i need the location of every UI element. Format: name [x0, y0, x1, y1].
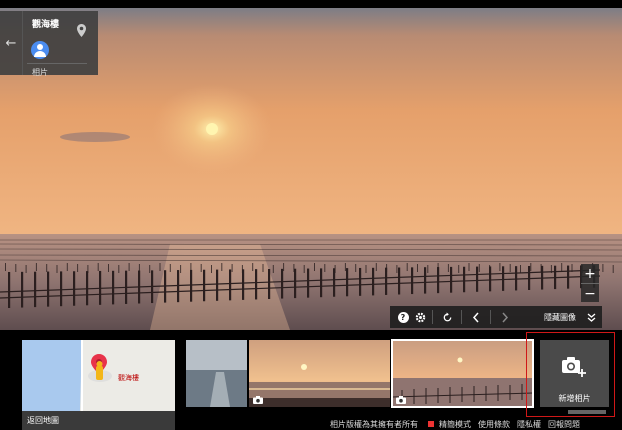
photo-control-bar: ? 隱藏圖像 [390, 306, 602, 328]
copyright-text: 相片版權為其擁有者所有 [330, 419, 418, 429]
collapse-icon[interactable] [584, 313, 598, 322]
top-bar [0, 0, 622, 8]
help-button[interactable]: ? [394, 311, 412, 323]
location-pin-icon[interactable] [70, 19, 92, 41]
back-arrow-icon[interactable]: ← [0, 11, 23, 75]
privacy-link[interactable]: 隱私權 [517, 419, 541, 430]
back-to-map-label: 返回地圖 [22, 411, 175, 430]
terms-link[interactable]: 使用條款 [478, 419, 510, 430]
previous-icon[interactable] [466, 312, 486, 323]
report-link[interactable]: 回報問題 [548, 419, 580, 430]
photo-thumbnail[interactable] [249, 340, 390, 407]
photos-label: 相片 [32, 68, 48, 77]
zoom-in-icon[interactable]: + [581, 264, 599, 283]
zoom-out-icon[interactable]: − [581, 283, 599, 303]
zoom-control: + − [581, 264, 599, 302]
hide-images-button[interactable]: 隱藏圖像 [544, 312, 576, 323]
photo-strip: 觀海樓 返回地圖 新增相片 [0, 330, 622, 430]
camera-icon [253, 396, 263, 404]
add-camera-icon [562, 357, 586, 377]
separator [461, 310, 462, 324]
contributor-avatar[interactable] [31, 41, 49, 59]
place-title[interactable]: 觀海樓 [32, 17, 59, 30]
photo-thumbnail-selected[interactable] [391, 339, 534, 408]
separator [432, 310, 433, 324]
photo-thumbnail[interactable] [186, 340, 247, 407]
help-icon: ? [397, 311, 409, 323]
add-photo-button[interactable]: 新增相片 [540, 340, 609, 407]
lite-mode-link[interactable]: 精簡模式 [439, 419, 471, 430]
sun [206, 123, 218, 135]
camera-icon [396, 396, 406, 404]
settings-icon[interactable] [412, 312, 428, 323]
flag-icon [428, 421, 434, 427]
back-to-map-thumbnail[interactable]: 觀海樓 返回地圖 [22, 340, 175, 430]
add-photo-label: 新增相片 [558, 394, 591, 403]
separator [490, 310, 491, 324]
strip-scrollbar[interactable] [568, 410, 606, 414]
card-divider [27, 63, 87, 64]
place-info-card: ← 觀海樓 相片 [0, 11, 98, 77]
map-place-label: 觀海樓 [118, 374, 139, 382]
footer: 相片版權為其擁有者所有 精簡模式 使用條款 隱私權 回報問題 [330, 418, 587, 430]
next-icon[interactable] [495, 312, 515, 323]
rotate-icon[interactable] [437, 311, 457, 323]
